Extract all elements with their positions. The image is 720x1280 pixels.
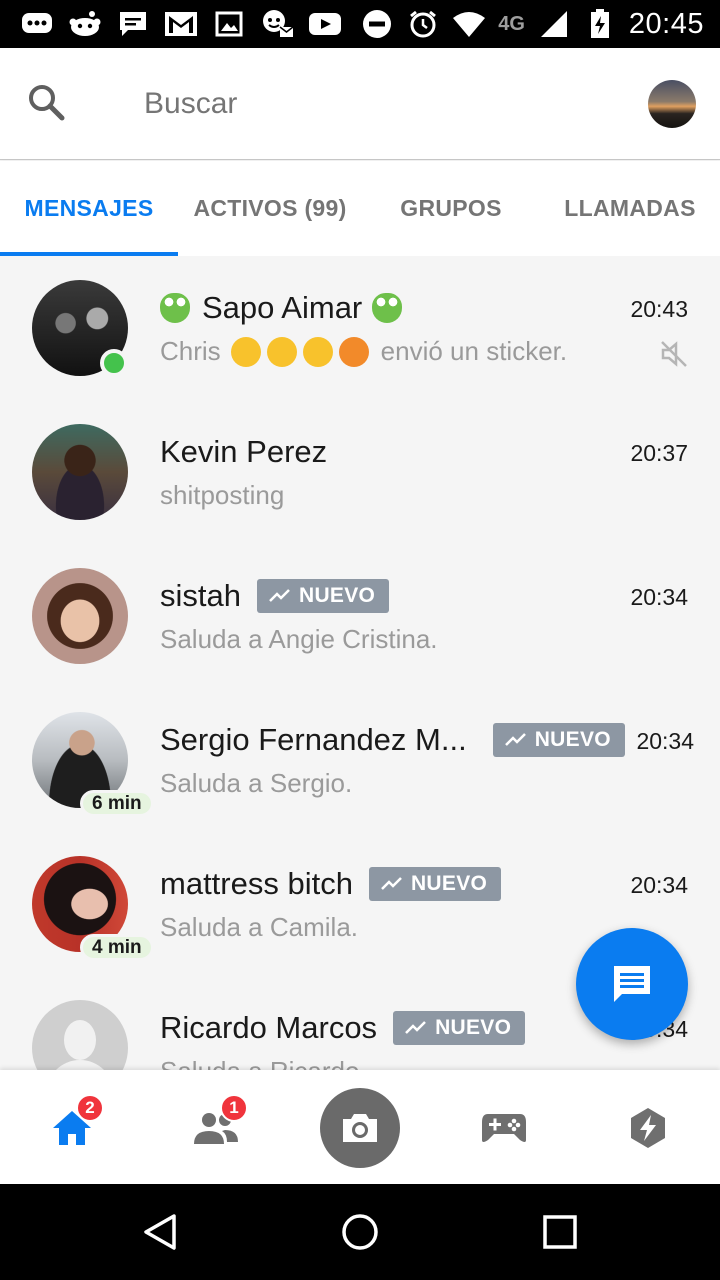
tab-mensajes[interactable]: MENSAJES: [0, 161, 178, 256]
message-preview: Saluda a Camila.: [160, 912, 358, 942]
new-message-button[interactable]: [576, 928, 688, 1040]
chat-bubble-icon: [20, 9, 54, 39]
contact-name: Sapo Aimar: [202, 290, 363, 325]
conversation-name: sistah NUEVO: [160, 578, 390, 614]
wifi-icon: [452, 9, 486, 39]
new-badge: NUEVO: [492, 723, 625, 757]
bottom-navigation: 2 1: [0, 1070, 720, 1184]
home-badge: 2: [76, 1094, 104, 1122]
tab-bar: MENSAJES ACTIVOS (99) GRUPOS LLAMADAS: [0, 161, 720, 256]
message-time: 20:34: [630, 584, 688, 610]
message-preview: Chris envió un sticker.: [160, 336, 567, 367]
search-header: [0, 48, 720, 160]
message-time: 20:34: [636, 728, 694, 754]
home-tab[interactable]: 2: [44, 1094, 104, 1156]
message-icon: [116, 9, 150, 39]
battery-icon: [583, 9, 617, 39]
clock: 20:45: [628, 7, 704, 40]
tab-activos[interactable]: ACTIVOS (99): [178, 161, 362, 256]
message-preview: Saluda a Sergio.: [160, 768, 353, 798]
message-time: 20:37: [630, 440, 688, 466]
trend-icon: [405, 1021, 426, 1034]
circle-home-icon: [342, 1214, 378, 1250]
square-recents-icon: [543, 1215, 577, 1249]
active-time-badge: 6 min: [80, 790, 154, 817]
camera-icon: [343, 1114, 377, 1142]
conversation-row[interactable]: sistah NUEVO Saluda a Angie Cristina. 20…: [0, 544, 720, 688]
contact-name: Kevin Perez: [160, 434, 328, 469]
contact-name: Ricardo Marcos: [160, 1010, 378, 1045]
new-badge: NUEVO: [368, 867, 502, 901]
signal-icon: [537, 9, 571, 39]
avatar: [32, 568, 128, 664]
system-navigation-bar: [0, 1184, 720, 1280]
discover-icon: [631, 1108, 665, 1148]
status-bar: 4G 20:45: [0, 0, 720, 48]
message-time: 20:43: [630, 296, 688, 322]
gmail-icon: [164, 9, 198, 39]
notification-icons: [0, 9, 342, 39]
preview-text: envió un sticker.: [380, 336, 568, 366]
system-indicators: 4G 20:45: [360, 8, 720, 41]
conversation-name: Ricardo Marcos NUEVO: [160, 1010, 526, 1046]
people-tab[interactable]: 1: [188, 1094, 248, 1156]
frog-emoji-icon: [160, 293, 190, 323]
winking-emoji-icon: [230, 336, 261, 367]
message-time: 20:34: [630, 872, 688, 898]
muted-icon: [658, 338, 690, 370]
search-icon[interactable]: [26, 82, 66, 122]
tab-llamadas[interactable]: LLAMADAS: [540, 161, 720, 256]
back-button[interactable]: [140, 1212, 180, 1252]
notification-icon: [260, 9, 294, 39]
people-badge: 1: [220, 1094, 248, 1122]
games-icon: [482, 1114, 526, 1142]
trend-icon: [269, 589, 290, 602]
contact-name: sistah: [160, 578, 241, 613]
discover-tab[interactable]: [620, 1100, 676, 1156]
avatar: [32, 424, 128, 520]
contact-name: Sergio Fernandez M...: [160, 722, 467, 757]
new-message-icon: [614, 966, 650, 1002]
camera-button[interactable]: [320, 1088, 400, 1168]
reddit-icon: [68, 9, 102, 39]
conversation-row[interactable]: Kevin Perez shitposting 20:37: [0, 400, 720, 544]
profile-avatar[interactable]: [648, 80, 696, 128]
home-button[interactable]: [340, 1212, 380, 1252]
active-time-badge: 4 min: [80, 934, 154, 961]
dizzy-emoji-icon: [266, 336, 297, 367]
tab-grupos[interactable]: GRUPOS: [362, 161, 540, 256]
network-type: 4G: [498, 12, 525, 35]
do-not-disturb-icon: [360, 9, 394, 39]
trend-icon: [381, 877, 402, 890]
online-indicator: [100, 349, 128, 377]
conversation-row[interactable]: 6 min Sergio Fernandez M... NUEVO Saluda…: [0, 688, 720, 832]
conversation-name: Sapo Aimar: [160, 290, 408, 326]
message-preview: shitposting: [160, 480, 285, 510]
conversation-name: mattress bitch NUEVO: [160, 866, 502, 902]
conversation-row[interactable]: Sapo Aimar Chris envió un sticker. 20:43: [0, 256, 720, 400]
recents-button[interactable]: [540, 1212, 580, 1252]
image-icon: [212, 9, 246, 39]
preview-sender: Chris: [160, 336, 221, 366]
conversation-name: Sergio Fernandez M... NUEVO: [160, 722, 625, 758]
games-tab[interactable]: [476, 1100, 532, 1156]
back-icon: [144, 1214, 176, 1250]
alarm-icon: [406, 9, 440, 39]
youtube-icon: [308, 9, 342, 39]
heart-eyes-cat-emoji-icon: [338, 336, 369, 367]
new-badge: NUEVO: [393, 1011, 526, 1045]
new-badge: NUEVO: [256, 579, 390, 613]
frog-emoji-icon: [372, 293, 403, 323]
relieved-emoji-icon: [302, 336, 333, 367]
message-preview: Saluda a Angie Cristina.: [160, 624, 438, 654]
default-avatar: [32, 1000, 128, 1070]
message-preview: Saluda a Ricardo.: [160, 1056, 367, 1070]
trend-icon: [504, 733, 526, 746]
contact-name: mattress bitch: [160, 866, 353, 901]
search-input[interactable]: [144, 84, 584, 124]
